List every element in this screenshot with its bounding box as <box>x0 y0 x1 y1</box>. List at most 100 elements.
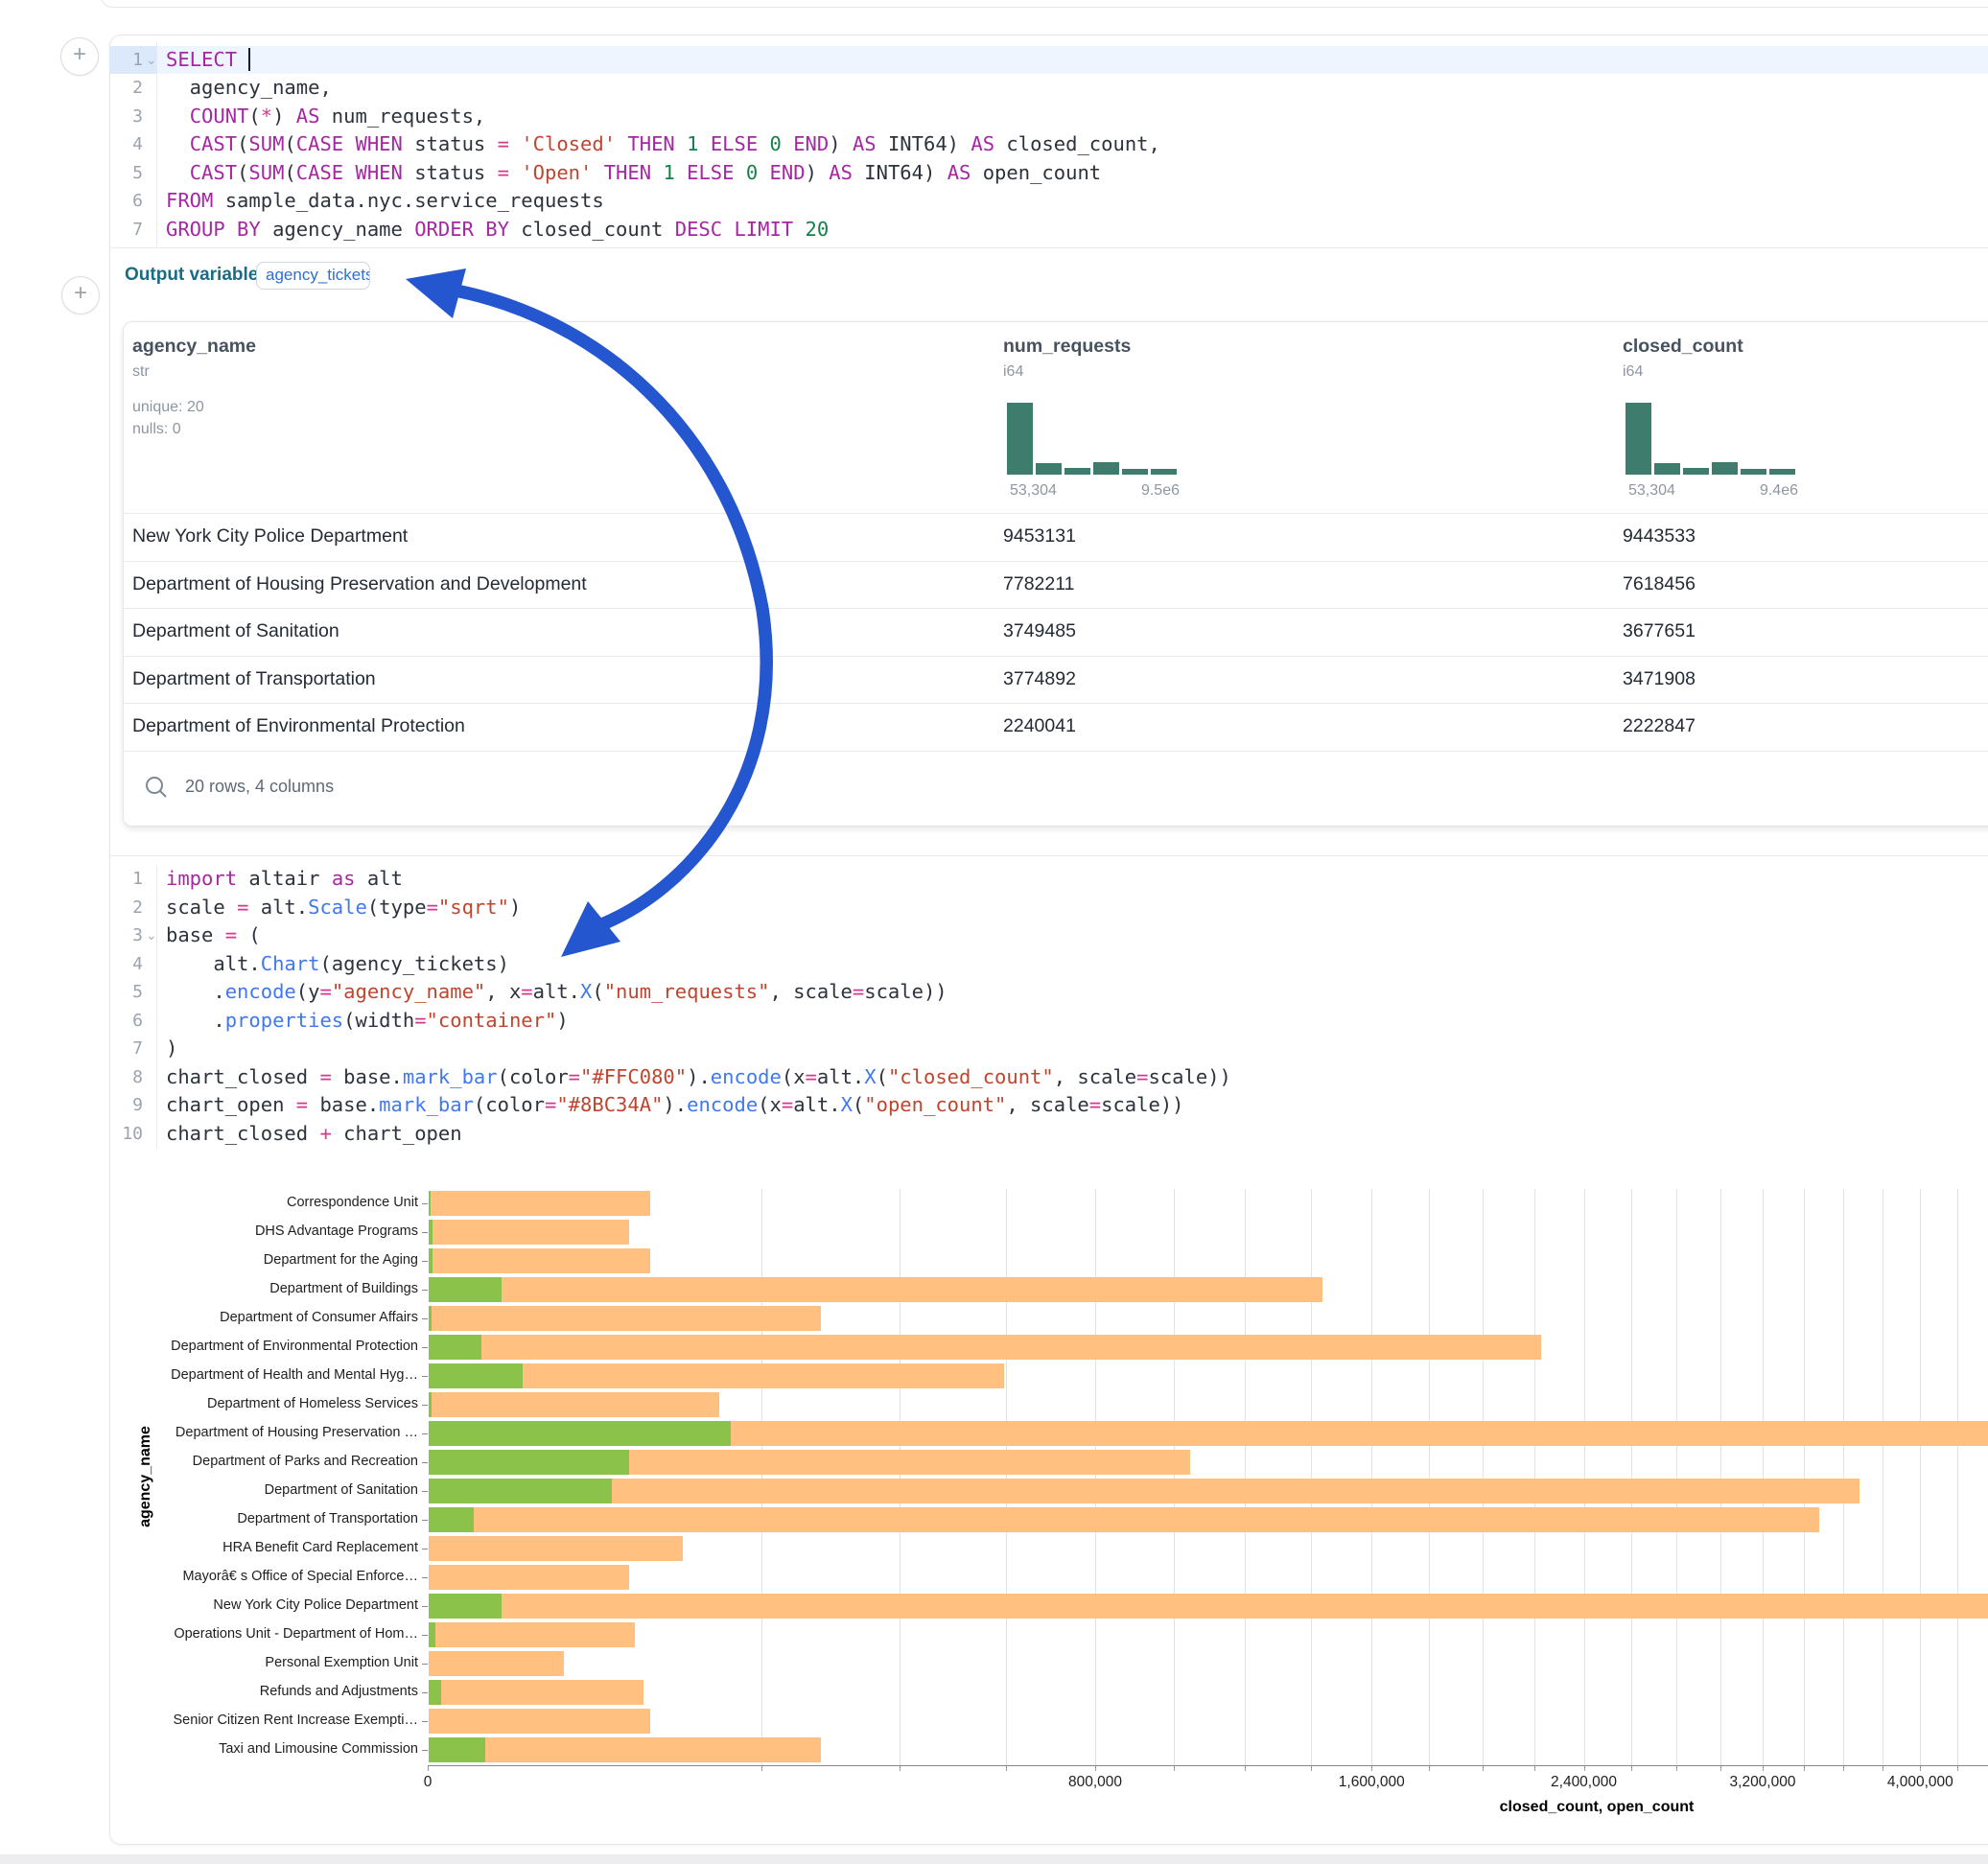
python-token-pl: alt. <box>793 1093 840 1116</box>
python-token-pl: (color <box>498 1065 569 1088</box>
python-code-line[interactable]: chart_closed + chart_open <box>166 1120 462 1149</box>
python-token-kw: import <box>166 867 237 890</box>
python-token-pl: , scale <box>770 980 853 1003</box>
python-token-pl: scale <box>166 896 237 919</box>
python-token-str: "closed_count" <box>888 1065 1054 1088</box>
python-line-number: 8 <box>109 1063 143 1092</box>
python-token-fn: Scale <box>308 896 367 919</box>
python-fold-chevron-icon[interactable]: ⌄ <box>146 921 157 950</box>
python-token-pl: alt. <box>166 952 261 975</box>
python-token-pl: ) <box>556 1009 568 1032</box>
notebook-page: + + 1⌄SELECT 2 agency_name,3 COUNT(*) AS… <box>0 0 1988 1864</box>
python-token-fn: encode <box>687 1093 758 1116</box>
python-token-op: = <box>1136 1065 1148 1088</box>
python-token-str: "agency_name" <box>332 980 485 1003</box>
python-line-number: 5 <box>109 978 143 1007</box>
python-gutter-divider <box>156 865 157 1149</box>
python-token-op: = <box>225 923 237 946</box>
python-token-pl: (x <box>782 1065 806 1088</box>
python-code-line[interactable]: .encode(y="agency_name", x=alt.X("num_re… <box>166 978 947 1007</box>
python-code-line[interactable]: alt.Chart(agency_tickets) <box>166 950 509 979</box>
python-token-pl: ( <box>592 980 603 1003</box>
python-token-op: = <box>782 1093 793 1116</box>
python-token-kw: as <box>332 867 356 890</box>
python-token-pl: ( <box>853 1093 864 1116</box>
python-token-pl: alt <box>356 867 403 890</box>
python-token-op: + <box>319 1122 331 1145</box>
python-token-pl: scale)) <box>1101 1093 1183 1116</box>
python-code-line[interactable]: chart_closed = base.mark_bar(color="#FFC… <box>166 1063 1231 1092</box>
python-token-pl: scale)) <box>864 980 947 1003</box>
python-token-pl: , scale <box>1054 1065 1136 1088</box>
python-token-pl: chart_open <box>332 1122 462 1145</box>
python-token-pl: (width <box>343 1009 414 1032</box>
python-code-line[interactable]: chart_open = base.mark_bar(color="#8BC34… <box>166 1091 1184 1120</box>
python-code-line[interactable]: import altair as alt <box>166 865 403 894</box>
python-token-op: = <box>319 980 331 1003</box>
python-token-pl: ( <box>237 923 261 946</box>
python-token-str: "container" <box>427 1009 557 1032</box>
python-token-pl: alt. <box>248 896 308 919</box>
python-code-line[interactable]: base = ( <box>166 921 261 950</box>
python-token-pl: base <box>166 923 225 946</box>
python-token-op: = <box>806 1065 817 1088</box>
python-token-op: = <box>569 1065 580 1088</box>
python-token-fn: Chart <box>261 952 320 975</box>
python-line-number: 9 <box>109 1091 143 1120</box>
python-token-op: = <box>521 980 532 1003</box>
python-token-pl: (x <box>758 1093 782 1116</box>
python-token-pl: altair <box>237 867 332 890</box>
python-token-op: = <box>545 1093 556 1116</box>
python-token-op: = <box>319 1065 331 1088</box>
python-token-pl: (color <box>474 1093 545 1116</box>
python-token-op: = <box>427 896 438 919</box>
python-code-line[interactable]: ) <box>166 1035 177 1063</box>
python-token-fn: mark_bar <box>403 1065 498 1088</box>
python-token-fn: X <box>580 980 592 1003</box>
python-token-pl: . <box>166 1009 225 1032</box>
python-token-pl: , scale <box>1006 1093 1088 1116</box>
python-token-str: "#8BC34A" <box>556 1093 663 1116</box>
python-code-line[interactable]: .properties(width="container") <box>166 1007 569 1036</box>
python-token-pl: alt. <box>533 980 580 1003</box>
python-token-pl: alt. <box>817 1065 864 1088</box>
python-line-number: 1 <box>109 865 143 894</box>
python-token-pl: base. <box>308 1093 379 1116</box>
python-token-op: = <box>414 1009 426 1032</box>
python-token-str: "num_requests" <box>604 980 770 1003</box>
python-token-pl: chart_closed <box>166 1122 319 1145</box>
python-token-pl: (agency_tickets) <box>319 952 508 975</box>
python-token-pl: (y <box>296 980 320 1003</box>
python-token-op: = <box>296 1093 308 1116</box>
python-line-number: 2 <box>109 894 143 922</box>
python-token-fn: encode <box>225 980 296 1003</box>
python-token-fn: X <box>841 1093 853 1116</box>
python-token-op: = <box>853 980 864 1003</box>
python-token-pl: chart_open <box>166 1093 296 1116</box>
python-token-pl: scale)) <box>1149 1065 1231 1088</box>
python-code-editor[interactable]: 1import altair as alt2scale = alt.Scale(… <box>0 0 1988 1151</box>
python-token-str: "#FFC080" <box>580 1065 687 1088</box>
python-token-pl: chart_closed <box>166 1065 319 1088</box>
python-token-pl: base. <box>332 1065 403 1088</box>
python-token-pl: , x <box>485 980 521 1003</box>
python-token-str: "open_count" <box>864 1093 1006 1116</box>
python-line-number: 7 <box>109 1035 143 1063</box>
python-token-fn: encode <box>711 1065 782 1088</box>
python-token-pl: ( <box>877 1065 888 1088</box>
python-token-str: "sqrt" <box>438 896 509 919</box>
python-token-pl: . <box>166 980 225 1003</box>
python-token-pl: (type <box>367 896 427 919</box>
python-token-fn: X <box>864 1065 876 1088</box>
python-line-number: 10 <box>109 1120 143 1149</box>
python-code-line[interactable]: scale = alt.Scale(type="sqrt") <box>166 894 521 922</box>
python-line-number: 6 <box>109 1007 143 1036</box>
python-line-number: 4 <box>109 950 143 979</box>
python-token-op: = <box>1089 1093 1101 1116</box>
python-token-op: = <box>237 896 248 919</box>
python-line-number: 3 <box>109 921 143 950</box>
python-token-pl: ). <box>663 1093 687 1116</box>
python-token-pl: ) <box>509 896 521 919</box>
python-token-pl: ) <box>166 1037 177 1060</box>
python-token-fn: properties <box>225 1009 343 1032</box>
